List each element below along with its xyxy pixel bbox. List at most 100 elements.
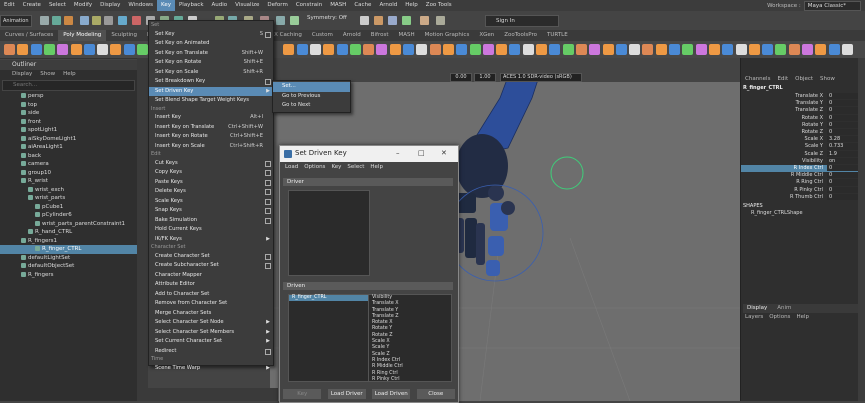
outliner-item[interactable]: top [0, 101, 137, 110]
menu-help[interactable]: Help [401, 0, 422, 11]
shelf-tool-icon[interactable] [403, 44, 414, 55]
shelf-tool-icon[interactable] [482, 44, 494, 55]
menu-mash[interactable]: MASH [326, 0, 350, 11]
shelf-tool-icon[interactable] [708, 44, 720, 55]
close-icon[interactable]: ✕ [441, 149, 447, 157]
tab-anim[interactable]: Anim [777, 304, 791, 313]
shelf-tool-icon[interactable] [469, 44, 481, 55]
menu-item-set-breakdown-key[interactable]: Set Breakdown Key [149, 77, 273, 87]
shelf-tool-icon[interactable] [389, 44, 401, 55]
channel-row[interactable]: R Pinky Ctrl 0 [741, 186, 859, 194]
status-tool-icon[interactable] [276, 16, 285, 25]
time-slider[interactable] [148, 388, 278, 401]
status-tool-icon[interactable] [132, 16, 141, 25]
outliner-item[interactable]: R_hand_CTRL [0, 228, 137, 237]
outliner-item[interactable]: persp [0, 92, 137, 101]
shelf-tab-curves-surfaces[interactable]: Curves / Surfaces [0, 30, 58, 41]
driven-object-list[interactable]: R_finger_CTRL [288, 294, 370, 382]
viewport-value0-field[interactable]: 0.00 [450, 73, 472, 82]
menu-item-snap-keys[interactable]: Snap Keys [149, 206, 273, 216]
key-button[interactable]: Key [283, 389, 322, 399]
submenu-item-set[interactable]: Set... [273, 82, 350, 92]
menu-select[interactable]: Select [45, 0, 70, 11]
option-box-icon[interactable] [265, 79, 271, 85]
channel-menu-channels[interactable]: Channels [745, 74, 770, 84]
outliner-item[interactable]: aiSkyDomeLight1 [0, 135, 137, 144]
channel-row[interactable]: R Index Ctrl 0 [741, 165, 859, 173]
submenu-item-go-to-next[interactable]: Go to Next [273, 101, 350, 111]
option-box-icon[interactable] [265, 160, 271, 167]
shelf-tool-icon[interactable] [642, 44, 654, 55]
shelf-tab-bifrost[interactable]: Bifrost [366, 30, 394, 41]
shelf-tool-icon[interactable] [655, 44, 667, 55]
status-tool-icon[interactable] [402, 16, 411, 25]
channel-value-field[interactable]: 0 [827, 100, 859, 107]
menu-item-hold-current-keys[interactable]: Hold Current Keys [149, 225, 273, 235]
shelf-tool-icon[interactable] [589, 44, 601, 55]
channel-row[interactable]: Translate Y 0 [741, 100, 859, 107]
menu-item-set-key[interactable]: Set Key S [149, 30, 273, 40]
menu-item-attribute-editor[interactable]: Attribute Editor [149, 280, 273, 290]
driver-attr-list[interactable] [370, 190, 450, 274]
channel-value-field[interactable]: 0 [827, 129, 859, 136]
channel-value-field[interactable]: 0.733 [827, 143, 859, 150]
help-menu-item[interactable]: Help [796, 314, 809, 320]
channel-row[interactable]: Visibility on [741, 157, 859, 165]
shelf-tool-icon[interactable] [4, 44, 15, 55]
channel-row[interactable]: Scale X 3.28 [741, 136, 859, 143]
shelf-tool-icon[interactable] [735, 44, 747, 55]
status-tool-icon[interactable] [436, 16, 445, 25]
channel-value-field[interactable]: 0 [827, 121, 859, 128]
shelf-tool-icon[interactable] [536, 44, 547, 55]
menu-zoo-tools[interactable]: Zoo Tools [422, 0, 456, 11]
outliner-item[interactable]: spotLight1 [0, 126, 137, 135]
shelf-tool-icon[interactable] [43, 44, 55, 55]
channel-value-field[interactable]: 0 [827, 114, 859, 121]
shelf-tab-poly-modeling[interactable]: Poly Modeling [58, 30, 107, 41]
menu-item-cut-keys[interactable]: Cut Keys [149, 159, 273, 169]
option-box-icon[interactable] [265, 253, 271, 260]
status-tool-icon[interactable] [80, 16, 89, 25]
status-tool-icon[interactable] [64, 16, 73, 25]
driven-object-item[interactable]: R_finger_CTRL [289, 295, 369, 302]
option-box-icon[interactable] [265, 263, 271, 269]
shelf-tool-icon[interactable] [762, 44, 774, 55]
outliner-item[interactable]: R_finger_CTRL [0, 245, 137, 254]
menu-item-set-key-on-scale[interactable]: Set Key on Scale Shift+R [149, 68, 273, 78]
channel-value-field[interactable]: 0 [827, 186, 859, 193]
menu-item-create-subcharacter-set[interactable]: Create Subcharacter Set [149, 261, 273, 271]
option-box-icon[interactable] [265, 179, 271, 186]
shelf-tool-icon[interactable] [841, 44, 853, 55]
shelf-tool-icon[interactable] [722, 44, 734, 55]
menu-item-merge-character-sets[interactable]: Merge Character Sets [149, 309, 273, 319]
menu-item-copy-keys[interactable]: Copy Keys [149, 168, 273, 178]
status-tool-icon[interactable] [118, 16, 127, 25]
menu-item-insert-key[interactable]: Insert Key Alt+I [149, 113, 273, 123]
attribute-editor-tabs[interactable] [858, 58, 865, 401]
outliner-item[interactable]: back [0, 152, 137, 161]
status-tool-icon[interactable] [52, 16, 61, 25]
option-box-icon[interactable] [265, 348, 271, 355]
channel-row[interactable]: R Ring Ctrl 0 [741, 179, 859, 186]
shelf-tab-sculpting[interactable]: Sculpting [106, 30, 142, 41]
shelf-tool-icon[interactable] [669, 44, 680, 55]
shelf-tool-icon[interactable] [97, 44, 109, 55]
status-tool-icon[interactable] [374, 16, 383, 25]
viewport-value1-field[interactable]: 1.00 [474, 73, 496, 82]
menu-playback[interactable]: Playback [175, 0, 208, 11]
channel-row[interactable]: R Thumb Ctrl 0 [741, 193, 859, 201]
menu-item-insert-key-on-rotate[interactable]: Insert Key on Rotate Ctrl+Shift+E [149, 132, 273, 142]
outliner-item[interactable]: wrist_exch [0, 186, 137, 195]
options-menu-item[interactable]: Options [769, 314, 790, 320]
menu-display[interactable]: Display [96, 0, 124, 11]
shelf-tool-icon[interactable] [562, 44, 574, 55]
shelf-tool-icon[interactable] [828, 44, 840, 55]
sign-in-button[interactable]: Sign In [485, 15, 559, 27]
channel-row[interactable]: Rotate Y 0 [741, 121, 859, 129]
close-button[interactable]: Close [416, 389, 455, 399]
channel-value-field[interactable]: 3.28 [827, 136, 859, 143]
option-box-icon[interactable] [265, 189, 271, 195]
menu-item-set-driven-key[interactable]: Set Driven Key ▶ [149, 86, 273, 96]
menu-item-scale-keys[interactable]: Scale Keys [149, 197, 273, 207]
driven-attr-list[interactable]: Visibility Translate X Translate Y Translat… [368, 294, 452, 382]
